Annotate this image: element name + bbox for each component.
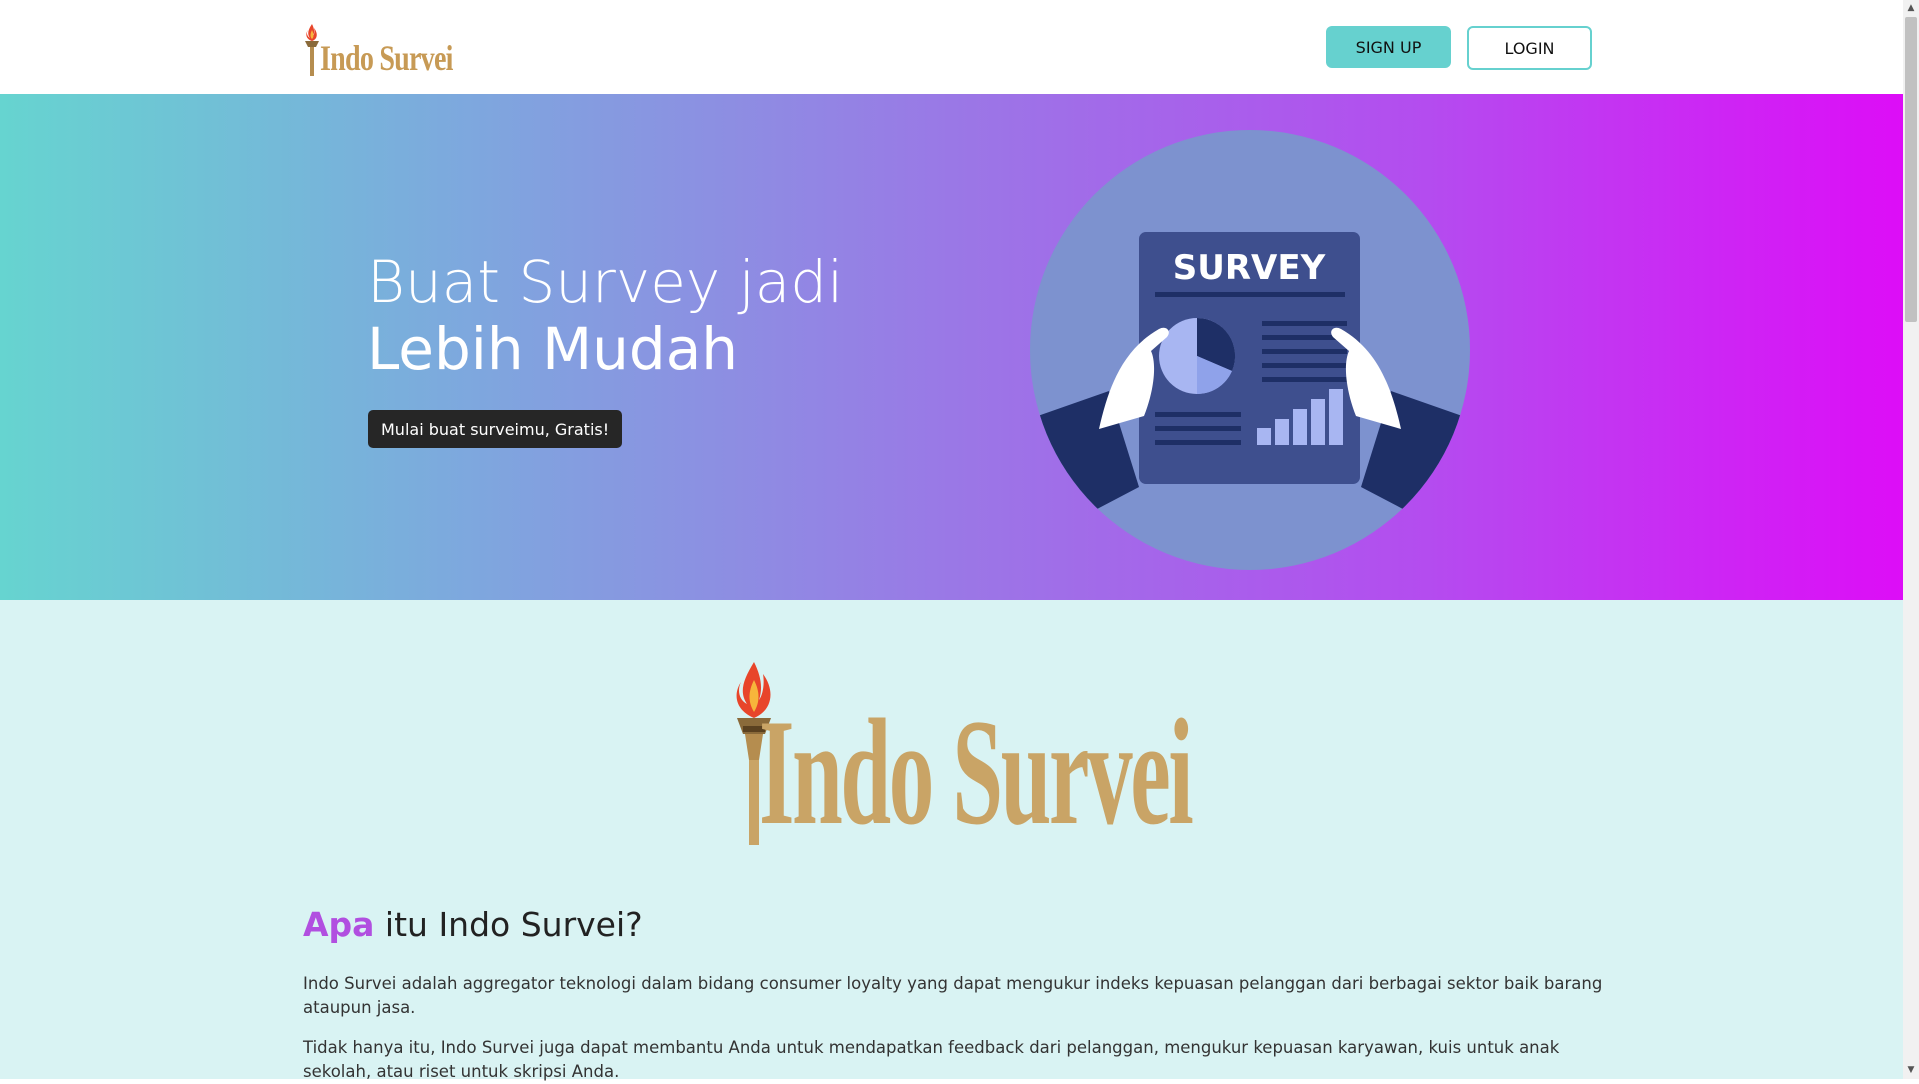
survey-illustration: SURVEY	[1030, 130, 1470, 570]
about-heading-accent: Apa	[303, 905, 375, 944]
scroll-thumb[interactable]	[1905, 17, 1917, 322]
about-heading-rest: itu Indo Survei?	[374, 905, 643, 944]
signup-button[interactable]: SIGN UP	[1326, 26, 1451, 68]
about-paragraph-2: Tidak hanya itu, Indo Survei juga dapat …	[303, 1038, 1560, 1081]
about-heading: Apa itu Indo Survei?	[303, 905, 643, 944]
survey-illustration-title: SURVEY	[1173, 248, 1326, 288]
navbar: Indo Survei SIGN UP LOGIN	[0, 0, 1903, 95]
page-scrollbar[interactable]: ▲ ▼	[1903, 0, 1919, 1079]
big-logo-text: Indo Survei	[759, 688, 1194, 856]
start-survey-button[interactable]: Mulai buat surveimu, Gratis!	[368, 410, 623, 448]
about-paragraph-1: Indo Survei adalah aggregator teknologi …	[303, 974, 1603, 1017]
hero-section: Buat Survey jadi Lebih Mudah Mulai buat …	[0, 94, 1903, 600]
hero-title: Buat Survey jadi Lebih Mudah	[367, 249, 887, 383]
about-section: Indo Survei Apa itu Indo Survei? Indo Su…	[0, 600, 1903, 1081]
scroll-down-arrow-icon[interactable]: ▼	[1903, 1062, 1919, 1079]
hero-title-line2: Lebih Mudah	[367, 315, 739, 383]
brand-logo-link[interactable]: Indo Survei	[302, 20, 490, 76]
hero-title-line1: Buat Survey jadi	[367, 248, 844, 316]
scroll-up-arrow-icon[interactable]: ▲	[1903, 0, 1919, 17]
login-button[interactable]: LOGIN	[1467, 26, 1592, 70]
big-logo: Indo Survei	[725, 660, 1194, 850]
brand-name: Indo Survei	[320, 38, 453, 78]
torch-logo-icon	[305, 24, 319, 76]
